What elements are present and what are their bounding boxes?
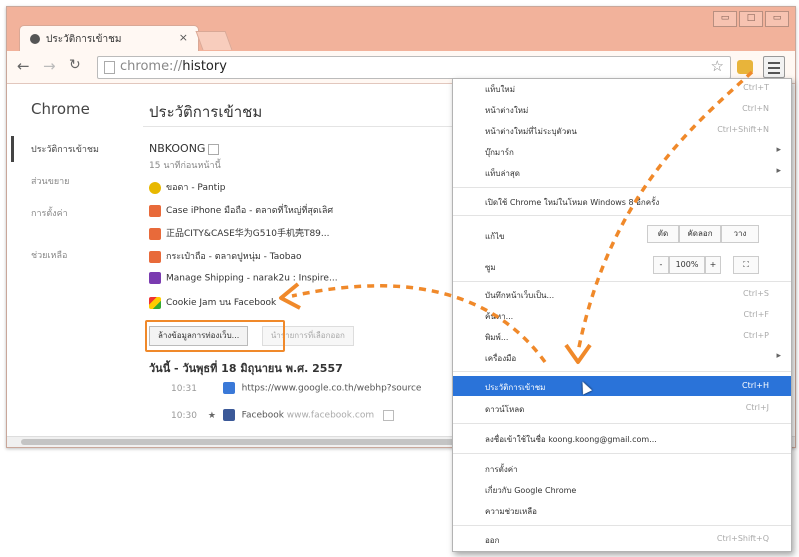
sidebar-item-settings[interactable]: การตั้งค่า (31, 206, 99, 220)
window-controls: ▭ □ ▭ (713, 11, 789, 27)
menu-separator (453, 423, 791, 424)
date-heading: วันนี้ - วันพุธที่ 18 มิถุนายน พ.ศ. 2557 (149, 362, 343, 375)
list-item[interactable]: Manage Shipping - narak2u : Inspire... (149, 272, 338, 295)
menu-item-help[interactable]: ความช่วยเหลือ (453, 501, 791, 519)
menu-separator (453, 187, 791, 188)
bookmark-star-icon[interactable]: ★ (208, 411, 220, 421)
site-favicon-icon (149, 272, 161, 284)
highlight-box (145, 320, 285, 352)
chrome-menu-button[interactable] (763, 56, 785, 78)
tab-favicon-icon (30, 34, 40, 44)
menu-item-print[interactable]: พิมพ์... Ctrl+P (453, 327, 791, 345)
copy-button[interactable]: คัดลอก (679, 225, 721, 243)
submenu-arrow-icon: ▸ (776, 351, 781, 361)
facebook-favicon-icon (222, 409, 235, 421)
paste-button[interactable]: วาง (721, 225, 759, 243)
site-favicon-icon (149, 181, 161, 194)
menu-item-settings[interactable]: การตั้งค่า (453, 459, 791, 477)
menu-separator (453, 281, 791, 282)
menu-item-downloads[interactable]: ดาวน์โหลด Ctrl+J (453, 399, 791, 417)
address-bar[interactable]: chrome://history ☆ (97, 56, 731, 79)
sidebar-active-marker (11, 136, 14, 162)
sidebar-item-help[interactable]: ช่วยเหลือ (31, 248, 67, 262)
menu-item-relaunch-win8[interactable]: เปิดใช้ Chrome ใหม่ในโหมด Windows 8 อีกค… (453, 192, 791, 210)
zoom-in-button[interactable]: + (705, 256, 721, 274)
close-window-button[interactable]: ▭ (765, 11, 789, 27)
minimize-button[interactable]: ▭ (713, 11, 737, 27)
table-row[interactable]: 10:30 ★ Facebook www.facebook.com (171, 409, 421, 436)
menu-item-bookmarks[interactable]: บุ๊กมาร์ก ▸ (453, 142, 791, 160)
site-favicon-icon (149, 296, 161, 309)
menu-separator (453, 215, 791, 216)
tab-close-icon[interactable]: × (179, 31, 188, 44)
menu-item-exit[interactable]: ออก Ctrl+Shift+Q (453, 530, 791, 548)
submenu-arrow-icon: ▸ (776, 145, 781, 155)
history-list: 10:31 https://www.google.co.th/webhp?sou… (171, 382, 421, 436)
zoom-out-button[interactable]: - (653, 256, 669, 274)
fullscreen-icon[interactable]: ⛶ (733, 256, 759, 274)
address-url: chrome://history (120, 59, 227, 74)
menu-item-incognito[interactable]: หน้าต่างใหม่ที่ไม่ระบุตัวตน Ctrl+Shift+N (453, 121, 791, 139)
maximize-button[interactable]: □ (739, 11, 763, 27)
list-item[interactable]: กระเป๋าถือ - ตลาดปูหนุ่ม - Taobao (149, 249, 338, 272)
device-last-sync: 15 นาทีก่อนหน้านี้ (149, 161, 221, 171)
menu-item-save-page[interactable]: บันทึกหน้าเว็บเป็น... Ctrl+S (453, 285, 791, 303)
tab-title: ประวัติการเข้าชม (46, 34, 122, 45)
menu-item-tools[interactable]: เครื่องมือ ▸ (453, 348, 791, 366)
device-name[interactable]: NBKOONG (149, 142, 220, 155)
google-favicon-icon (222, 382, 235, 394)
menu-separator (453, 525, 791, 526)
sidebar-item-extensions[interactable]: ส่วนขยาย (31, 174, 99, 188)
entry-menu-icon[interactable] (382, 409, 394, 421)
device-dropdown-icon[interactable] (208, 143, 220, 155)
table-row[interactable]: 10:31 https://www.google.co.th/webhp?sou… (171, 382, 421, 409)
tab-history[interactable]: ประวัติการเข้าชม × (19, 25, 199, 52)
site-favicon-icon (149, 204, 161, 217)
menu-item-new-window[interactable]: หน้าต่างใหม่ Ctrl+N (453, 100, 791, 118)
zoom-level: 100% (669, 256, 705, 274)
page-title: ประวัติการเข้าชม (149, 103, 263, 121)
title-bar: ประวัติการเข้าชม × ▭ □ ▭ (7, 7, 795, 53)
sidebar-brand: Chrome (31, 100, 90, 118)
reload-icon[interactable]: ↻ (69, 57, 81, 73)
menu-separator (453, 453, 791, 454)
open-tabs-list: ขอดา - Pantip Case iPhone มือถือ - ตลาดท… (149, 180, 338, 318)
list-item[interactable]: 正品CITY&CASE华为G510手机壳T89... (149, 226, 338, 249)
list-item[interactable]: Cookie Jam บน Facebook (149, 295, 338, 318)
site-favicon-icon (149, 250, 161, 263)
site-favicon-icon (149, 227, 161, 240)
sidebar-nav: ประวัติการเข้าชม ส่วนขยาย การตั้งค่า (31, 142, 99, 238)
list-item[interactable]: ขอดา - Pantip (149, 180, 338, 203)
entry-title[interactable]: Facebook (242, 411, 284, 421)
forward-arrow-icon[interactable]: → (43, 57, 56, 75)
page-icon (104, 61, 115, 74)
list-item[interactable]: Case iPhone มือถือ - ตลาดที่ใหญ่ที่สุดเล… (149, 203, 338, 226)
menu-item-find[interactable]: ค้นหา... Ctrl+F (453, 306, 791, 324)
menu-item-recent-tabs[interactable]: แท็บล่าสุด ▸ (453, 163, 791, 181)
entry-time: 10:30 (171, 410, 197, 421)
back-arrow-icon[interactable]: ← (17, 57, 30, 75)
entry-title[interactable]: https://www.google.co.th/webhp?source (242, 384, 422, 394)
menu-item-signin[interactable]: ลงชื่อเข้าใช้ในชื่อ koong.koong@gmail.co… (453, 429, 791, 447)
cut-button[interactable]: ตัด (647, 225, 679, 243)
submenu-arrow-icon: ▸ (776, 166, 781, 176)
scrollbar-thumb[interactable] (21, 439, 461, 445)
menu-item-history[interactable]: ประวัติการเข้าชม Ctrl+H (453, 376, 791, 396)
menu-separator (453, 371, 791, 372)
new-tab-button[interactable] (195, 31, 233, 50)
chrome-menu: แท็บใหม่ Ctrl+T หน้าต่างใหม่ Ctrl+N หน้าต่… (452, 78, 792, 552)
entry-domain: www.facebook.com (286, 410, 375, 421)
bookmark-star-icon[interactable]: ☆ (711, 57, 724, 75)
menu-item-new-tab[interactable]: แท็บใหม่ Ctrl+T (453, 79, 791, 97)
menu-item-about[interactable]: เกี่ยวกับ Google Chrome (453, 480, 791, 498)
entry-time: 10:31 (171, 383, 197, 394)
sidebar-item-history[interactable]: ประวัติการเข้าชม (31, 142, 99, 156)
extension-icon[interactable] (737, 60, 753, 74)
divider (143, 126, 463, 127)
